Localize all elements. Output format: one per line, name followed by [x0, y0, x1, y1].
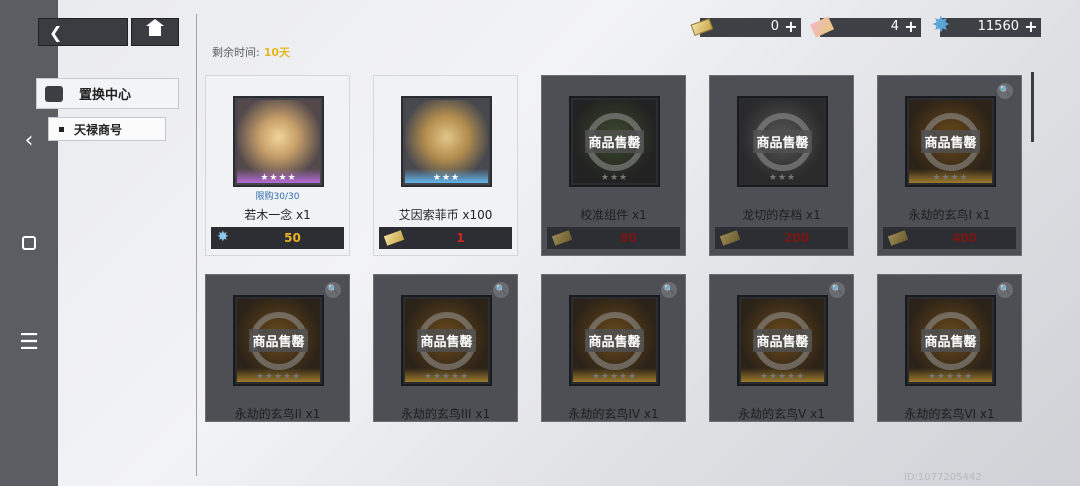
crystal-star-icon: ✸: [931, 13, 951, 38]
item-name: 龙切的存档 x1: [742, 208, 821, 222]
item-stars: ★★★★: [260, 173, 297, 183]
item-name: 校准组件 x1: [580, 208, 647, 222]
zoom-icon[interactable]: 🔍: [661, 282, 677, 298]
price-value: 50: [284, 231, 301, 245]
item-name: 永劫的玄鸟II x1: [234, 407, 321, 421]
currency-value: 0: [770, 19, 779, 34]
vertical-divider: [196, 14, 197, 476]
zoom-icon[interactable]: 🔍: [997, 83, 1013, 99]
pink-ticket-icon: [809, 16, 835, 38]
back-button[interactable]: ❮: [38, 18, 128, 46]
remaining-label: 剩余时间:: [212, 46, 260, 59]
sold-out-label: 商品售罄: [585, 130, 644, 153]
remaining-days: 10天: [263, 46, 291, 59]
item-image: ★★★ 商品售罄: [569, 96, 660, 187]
chevron-left-icon: ❮: [49, 23, 63, 42]
zoom-icon[interactable]: 🔍: [997, 282, 1013, 298]
item-image: ★★★★: [233, 96, 324, 187]
ticket-icon: [551, 230, 573, 246]
system-menu-icon[interactable]: ☰: [14, 328, 44, 358]
add-currency-button[interactable]: +: [1024, 19, 1038, 35]
item-stars: ★★★: [432, 173, 461, 183]
menu-exchange-center[interactable]: 置换中心: [36, 78, 179, 109]
scrollbar[interactable]: [1031, 72, 1034, 142]
price-tag: 400: [883, 227, 1016, 249]
add-currency-button[interactable]: +: [784, 19, 798, 35]
menu-tianlu-shop[interactable]: 天禄商号: [48, 117, 166, 141]
item-image: ★★★★★ 商品售罄: [905, 295, 996, 386]
shop-item[interactable]: 🔍 ★★★★★ 商品售罄 永劫的玄鸟V x1: [709, 274, 854, 422]
zoom-icon[interactable]: 🔍: [493, 282, 509, 298]
shop-item[interactable]: 🔍 ★★★★★ 商品售罄 永劫的玄鸟III x1: [373, 274, 518, 422]
sold-out-label: 商品售罄: [921, 329, 980, 352]
shop-item[interactable]: ★★★ 商品售罄 校准组件 x1 80: [541, 75, 686, 256]
ticket-icon: [887, 230, 909, 246]
sold-out-label: 商品售罄: [921, 130, 980, 153]
item-name: 永劫的玄鸟V x1: [738, 407, 825, 421]
ticket-icon: [690, 17, 714, 37]
menu-sub-label: 天禄商号: [74, 122, 123, 137]
item-image: ★★★★★ 商品售罄: [737, 295, 828, 386]
item-image: ★★★★★ 商品售罄: [569, 295, 660, 386]
item-image: ★★★: [401, 96, 492, 187]
sold-out-label: 商品售罄: [249, 329, 308, 352]
player-id: ID:1077205442: [904, 472, 982, 483]
system-navigation-bar: ‹ ☰: [0, 0, 58, 486]
price-tag: ✸ 50: [211, 227, 344, 249]
zoom-icon[interactable]: 🔍: [829, 282, 845, 298]
item-image: ★★★★★ 商品售罄: [401, 295, 492, 386]
shop-item[interactable]: ★★★★ 限购30/30 若木一念 x1 ✸ 50: [205, 75, 350, 256]
price-value: 400: [951, 231, 978, 245]
sold-out-label: 商品售罄: [753, 130, 812, 153]
currency-pink-ticket: 4 +: [809, 16, 921, 38]
item-name: 永劫的玄鸟VI x1: [904, 407, 995, 421]
shop-item[interactable]: 🔍 ★★★★★ 商品售罄 永劫的玄鸟II x1: [205, 274, 350, 422]
bullet-icon: [59, 126, 64, 132]
item-name: 永劫的玄鸟I x1: [908, 208, 991, 222]
item-name: 永劫的玄鸟III x1: [400, 407, 491, 421]
home-icon: [146, 19, 164, 39]
price-tag: 200: [715, 227, 848, 249]
currency-ticket: 0 +: [690, 17, 801, 37]
price-tag: 80: [547, 227, 680, 249]
purchase-limit: 限购30/30: [255, 192, 300, 202]
system-back-icon[interactable]: ‹: [14, 126, 44, 156]
price-value: 1: [456, 231, 465, 245]
zoom-icon[interactable]: 🔍: [325, 282, 341, 298]
price-value: 200: [783, 231, 810, 245]
ticket-icon: [719, 230, 741, 246]
shop-item[interactable]: 🔍 ★★★★★ 商品售罄 永劫的玄鸟IV x1: [541, 274, 686, 422]
crystal-star-icon: ✸: [217, 229, 229, 245]
currency-crystal: ✸ 11560 +: [932, 15, 1041, 37]
price-value: 80: [620, 231, 637, 245]
menu-main-label: 置换中心: [79, 88, 132, 103]
price-tag: 1: [379, 227, 512, 249]
item-image: ★★★ 商品售罄: [737, 96, 828, 187]
item-name: 永劫的玄鸟IV x1: [568, 407, 659, 421]
item-image: ★★★★ 商品售罄: [905, 96, 996, 187]
sold-out-label: 商品售罄: [753, 329, 812, 352]
add-currency-button[interactable]: +: [904, 19, 918, 35]
sold-out-label: 商品售罄: [585, 329, 644, 352]
item-name: 若木一念 x1: [244, 208, 311, 222]
item-name: 艾因索菲币 x100: [398, 208, 493, 222]
shop-item[interactable]: 🔍 ★★★★ 商品售罄 永劫的玄鸟I x1 400: [877, 75, 1022, 256]
exchange-icon: [45, 85, 63, 102]
system-home-icon[interactable]: [14, 228, 44, 258]
ticket-icon: [383, 230, 405, 246]
home-button[interactable]: [131, 18, 179, 46]
shop-item[interactable]: 🔍 ★★★★★ 商品售罄 永劫的玄鸟VI x1: [877, 274, 1022, 422]
item-image: ★★★★★ 商品售罄: [233, 295, 324, 386]
sold-out-label: 商品售罄: [417, 329, 476, 352]
shop-item[interactable]: ★★★ 艾因索菲币 x100 1: [373, 75, 518, 256]
remaining-time: 剩余时间: 10天: [212, 44, 290, 60]
currency-value: 4: [890, 19, 899, 34]
shop-item[interactable]: ★★★ 商品售罄 龙切的存档 x1 200: [709, 75, 854, 256]
currency-value: 11560: [977, 19, 1019, 34]
